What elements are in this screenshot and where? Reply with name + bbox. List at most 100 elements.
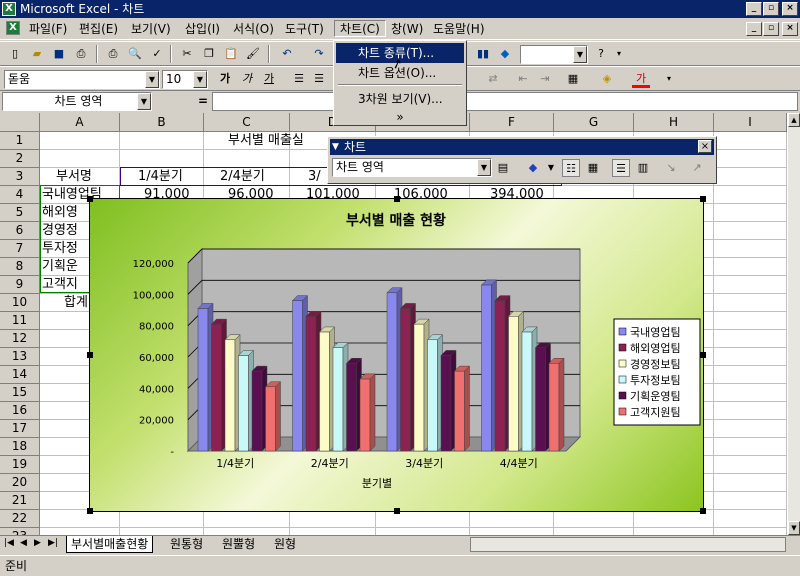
font-combo[interactable]: 돋움 ▼	[4, 70, 160, 89]
new-icon[interactable]: ▯	[6, 45, 24, 63]
name-box[interactable]: 차트 영역 ▼	[2, 92, 152, 111]
chart-wizard-icon[interactable]: ▮▮	[474, 45, 492, 63]
row-header-20[interactable]: 20	[0, 474, 40, 492]
copy-icon[interactable]: ❐	[200, 45, 218, 63]
restore-button[interactable]: ▫	[763, 2, 779, 16]
menu-file[interactable]: 파일(F)	[24, 21, 72, 38]
redo-icon[interactable]: ↷	[310, 45, 328, 63]
menu-edit[interactable]: 편집(E)	[74, 21, 123, 38]
doc-minimize-button[interactable]: _	[746, 22, 762, 36]
resize-handle[interactable]	[87, 508, 93, 514]
borders-icon[interactable]: ▦	[564, 70, 582, 88]
chevron-down-icon[interactable]: ▼	[477, 159, 491, 176]
row-header-15[interactable]: 15	[0, 384, 40, 402]
undo-icon[interactable]: ↶	[278, 45, 296, 63]
resize-handle[interactable]	[700, 196, 706, 202]
underline-button[interactable]: 가	[260, 70, 278, 88]
by-row-icon[interactable]: ☰	[612, 159, 630, 177]
sheet-tab-2[interactable]: 원통형	[170, 536, 203, 552]
indent-icon[interactable]: ⇤	[514, 70, 532, 88]
italic-button[interactable]: 가	[238, 70, 256, 88]
row-header-10[interactable]: 10	[0, 294, 40, 312]
print-preview-icon[interactable]: ⎙	[72, 45, 90, 63]
zoom-combo[interactable]: ▼	[520, 45, 588, 64]
formula-input[interactable]	[212, 92, 798, 111]
chevron-down-icon[interactable]: ▼	[193, 71, 207, 88]
menu-view[interactable]: 보기(V)	[126, 21, 176, 38]
format-chart-area-icon[interactable]: ▤	[494, 159, 512, 177]
column-header-c[interactable]: C	[204, 113, 290, 132]
column-header-i[interactable]: I	[714, 113, 787, 132]
chart-type-icon[interactable]: ◆	[524, 159, 542, 177]
chart-toolbar-title-bar[interactable]: 차트 ▼ ×	[330, 139, 714, 155]
first-sheet-icon[interactable]: |◀	[4, 538, 14, 548]
resize-handle[interactable]	[87, 196, 93, 202]
prev-sheet-icon[interactable]: ◀	[20, 538, 27, 548]
print-icon[interactable]: ⎙	[104, 45, 122, 63]
row-header-9[interactable]: 9	[0, 276, 40, 294]
row-header-7[interactable]: 7	[0, 240, 40, 258]
paste-icon[interactable]: 📋	[222, 45, 240, 63]
menu-help[interactable]: 도움말(H)	[428, 21, 490, 38]
fill-color-icon[interactable]: ◈	[598, 70, 616, 88]
resize-handle[interactable]	[87, 352, 93, 358]
row-header-5[interactable]: 5	[0, 204, 40, 222]
doc-restore-button[interactable]: ▫	[763, 22, 779, 36]
row-header-1[interactable]: 1	[0, 132, 40, 150]
chart-area[interactable]: 부서별 매출 현황 - 20,000 40,000 60,000 80,000 100,00…	[87, 196, 706, 514]
scroll-down-icon[interactable]: ▼	[788, 521, 800, 535]
sheet-tab-active[interactable]: 부서별매출현황	[66, 536, 154, 553]
chevron-down-icon[interactable]: ▼	[145, 71, 159, 88]
align-center-icon[interactable]: ☰	[310, 70, 328, 88]
scroll-up-icon[interactable]: ▲	[788, 113, 800, 127]
angle-text-up-icon[interactable]: ↗	[688, 159, 706, 177]
next-sheet-icon[interactable]: ▶	[34, 538, 41, 548]
open-icon[interactable]: ▰	[28, 45, 46, 63]
help-icon[interactable]: ?	[592, 45, 610, 63]
menu-insert[interactable]: 삽입(I)	[180, 21, 225, 38]
row-header-12[interactable]: 12	[0, 330, 40, 348]
column-header-a[interactable]: A	[40, 113, 120, 132]
resize-handle[interactable]	[700, 508, 706, 514]
vertical-scrollbar[interactable]: ▲ ▼	[787, 113, 800, 535]
chevron-down-icon[interactable]: ▼	[137, 93, 151, 110]
last-sheet-icon[interactable]: ▶|	[48, 538, 58, 548]
row-header-4[interactable]: 4	[0, 186, 40, 204]
chevron-down-icon[interactable]: ▼	[332, 139, 339, 155]
menu-tools[interactable]: 도구(T)	[280, 21, 329, 38]
select-all-corner[interactable]	[0, 113, 40, 132]
row-header-21[interactable]: 21	[0, 492, 40, 510]
row-header-14[interactable]: 14	[0, 366, 40, 384]
menu-expand-icon[interactable]: »	[336, 107, 464, 127]
doc-close-button[interactable]: ×	[782, 22, 798, 36]
decrease-decimal-icon[interactable]: ⇄	[484, 70, 502, 88]
font-size-combo[interactable]: 10 ▼	[162, 70, 208, 89]
spelling-icon[interactable]: ✓	[148, 45, 166, 63]
row-header-22[interactable]: 22	[0, 510, 40, 528]
chevron-down-icon[interactable]: ▼	[542, 159, 560, 177]
column-header-g[interactable]: G	[554, 113, 634, 132]
minimize-button[interactable]: _	[746, 2, 762, 16]
workbook-icon[interactable]: X	[6, 21, 20, 35]
row-header-6[interactable]: 6	[0, 222, 40, 240]
cell-a10[interactable]: 합계	[64, 294, 88, 312]
resize-handle[interactable]	[394, 196, 400, 202]
drawing-icon[interactable]: ◆	[496, 45, 514, 63]
data-table-icon[interactable]: ▦	[584, 159, 602, 177]
column-header-h[interactable]: H	[634, 113, 714, 132]
outdent-icon[interactable]: ⇥	[536, 70, 554, 88]
cut-icon[interactable]: ✂	[178, 45, 196, 63]
close-icon[interactable]: ×	[698, 140, 712, 153]
row-header-18[interactable]: 18	[0, 438, 40, 456]
chart-objects-combo[interactable]: 차트 영역 ▼	[332, 158, 492, 177]
cell-a3[interactable]: 부서명	[56, 168, 92, 186]
align-left-icon[interactable]: ☰	[290, 70, 308, 88]
chevron-down-icon[interactable]: ▼	[573, 46, 587, 63]
row-header-8[interactable]: 8	[0, 258, 40, 276]
preview-icon[interactable]: 🔍	[126, 45, 144, 63]
legend-icon[interactable]: ☷	[562, 159, 580, 177]
menu-item-3d-view[interactable]: 3차원 보기(V)...	[336, 89, 464, 109]
toolbar-options-icon[interactable]: ▾	[660, 70, 678, 88]
menu-window[interactable]: 창(W)	[386, 21, 428, 38]
horizontal-scrollbar[interactable]	[470, 537, 786, 552]
